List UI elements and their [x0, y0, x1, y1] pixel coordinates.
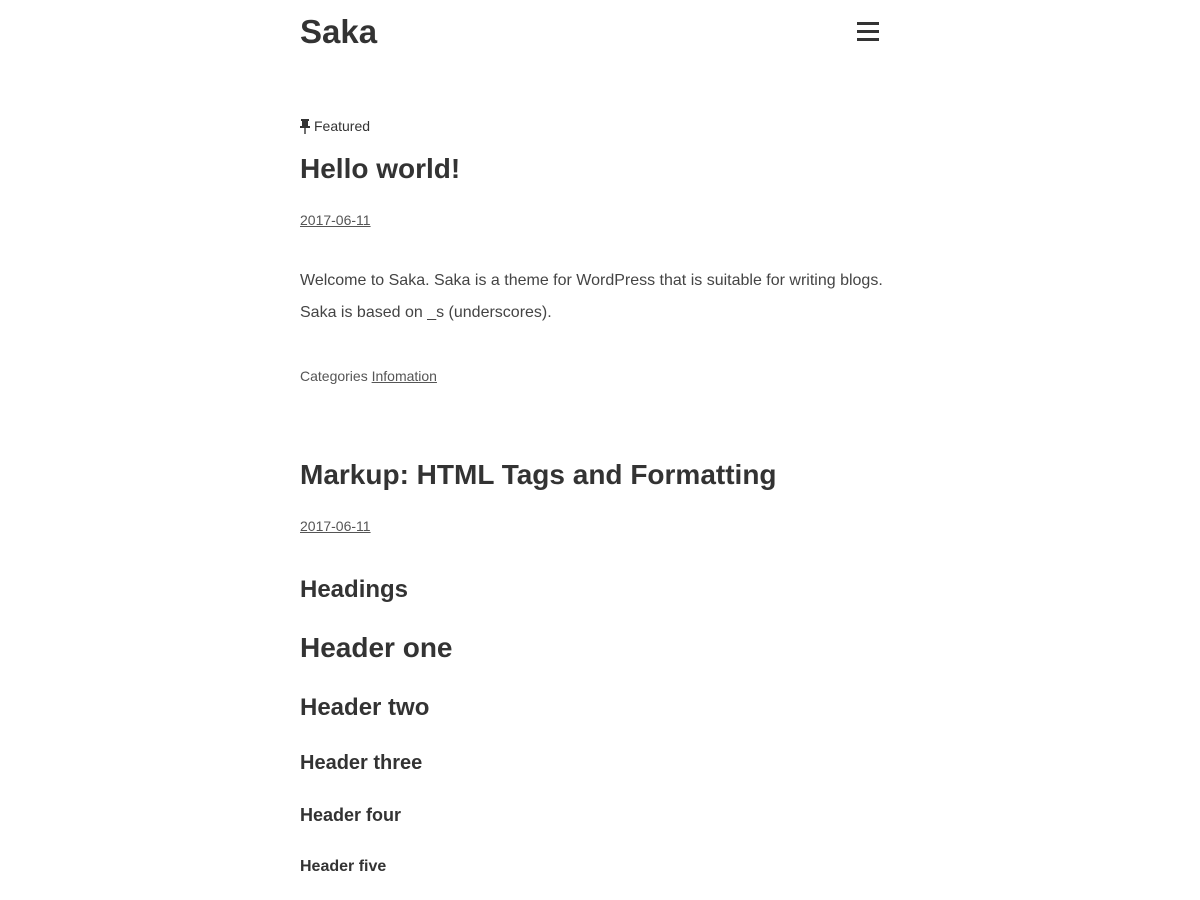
post-date[interactable]: 2017-06-11	[300, 211, 371, 229]
post-title[interactable]: Hello world!	[300, 151, 460, 187]
header-five: Header five	[300, 858, 387, 875]
post-title[interactable]: Markup: HTML Tags and Formatting	[300, 457, 777, 493]
categories-label: Categories	[300, 368, 368, 384]
post-categories: Categories Infomation	[300, 367, 437, 385]
post-content: Welcome to Saka. Saka is a theme for Wor…	[300, 265, 900, 329]
post-date[interactable]: 2017-06-11	[300, 517, 371, 535]
menu-bar	[857, 30, 879, 33]
post-paragraph: Welcome to Saka. Saka is a theme for Wor…	[300, 272, 883, 289]
pin-icon	[300, 118, 310, 134]
category-link[interactable]: Infomation	[372, 368, 437, 384]
menu-bar	[857, 38, 879, 41]
headings-section-title: Headings	[300, 576, 409, 603]
header-one: Header one	[300, 632, 453, 663]
hamburger-menu-icon[interactable]	[855, 20, 881, 44]
page: Saka Featured Hello world! 2017-06-11 We…	[0, 0, 1200, 900]
header-three: Header three	[300, 752, 423, 774]
header-four: Header four	[300, 805, 402, 825]
featured-label: Featured	[314, 118, 371, 134]
menu-bar	[857, 22, 879, 25]
post-paragraph: Saka is based on _s (underscores).	[300, 304, 552, 321]
site-title[interactable]: Saka	[300, 10, 377, 54]
header-two: Header two	[300, 694, 430, 721]
featured-badge: Featured	[299, 117, 370, 135]
